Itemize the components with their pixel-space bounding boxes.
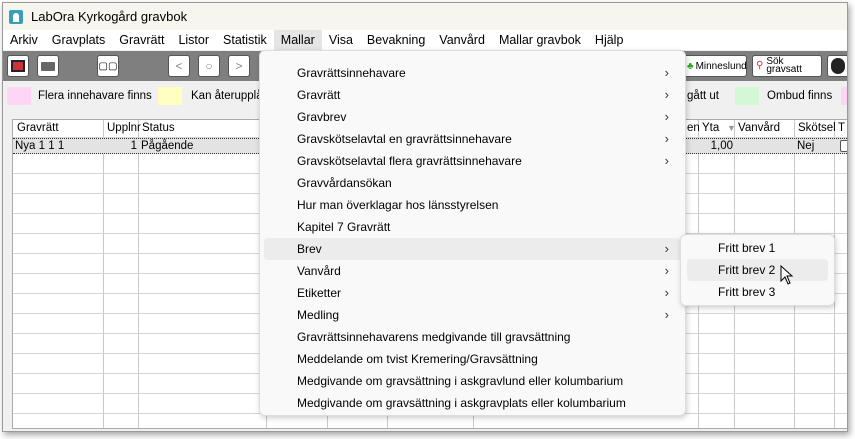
menu-item-label: Gravvårdansökan — [297, 176, 392, 190]
menu-item-label: Hur man överklagar hos länsstyrelsen — [297, 198, 499, 212]
previous-icon[interactable]: < — [168, 55, 190, 77]
submenu-item[interactable]: Fritt brev 1 — [687, 237, 828, 259]
menu-item-label: Gravrättsinnehavare — [297, 66, 406, 80]
mouse-cursor-icon — [780, 265, 794, 285]
title-bar: LabOra Kyrkogård gravbok — [3, 3, 847, 30]
menu-item-label: Medgivande om gravsättning i askgravlund… — [297, 374, 624, 388]
chevron-right-icon: › — [664, 87, 669, 102]
search-icon: ⚲ — [756, 60, 764, 71]
tree-icon: ♣ — [687, 60, 694, 72]
menu-item[interactable]: Gravrättsinnehavare › — [264, 62, 681, 84]
menu-item[interactable]: Hur man överklagar hos länsstyrelsen — [264, 194, 681, 216]
cell-status[interactable]: Pågående — [141, 139, 193, 153]
menu-vanvård[interactable]: Vanvård — [432, 30, 492, 50]
menu-item-label: Gravrätt — [297, 88, 341, 102]
cell-gravratt[interactable]: Nya 1 1 1 — [15, 139, 64, 153]
menu-item[interactable]: Meddelande om tvist Kremering/Gravsättni… — [264, 348, 681, 370]
menu-item[interactable]: Gravskötselavtal flera gravrättsinnehava… — [264, 150, 681, 172]
menu-item-label: Gravbrev — [297, 110, 347, 124]
menu-item-label: Gravskötselavtal flera gravrättsinnehava… — [297, 154, 522, 168]
menu-item[interactable]: Gravrättsinnehavarens medgivande till gr… — [264, 326, 681, 348]
minneslund-label: Minneslund — [695, 60, 747, 72]
gravsatt-label: gravsatt — [766, 64, 802, 75]
menu-bevakning[interactable]: Bevakning — [360, 30, 432, 50]
grid-view-icon[interactable]: ▢▢ — [97, 55, 119, 77]
column-header-t[interactable]: T — [836, 120, 845, 137]
menu-item-label: Meddelande om tvist Kremering/Gravsättni… — [297, 352, 538, 366]
menu-item-label: Medling — [297, 308, 340, 322]
legend-label: Kan återupplå — [191, 90, 263, 102]
menu-gravrätt[interactable]: Gravrätt — [112, 30, 171, 50]
chevron-right-icon: › — [664, 131, 669, 146]
cell-upplnr[interactable]: 1 — [104, 139, 137, 153]
menu-item[interactable]: Gravvårdansökan — [264, 172, 681, 194]
menu-statistik[interactable]: Statistik — [216, 30, 274, 50]
menu-item-label: Gravskötselavtal en gravrättsinnehavare — [297, 132, 512, 146]
menu-listor[interactable]: Listor — [171, 30, 216, 50]
record-icon[interactable]: ○ — [198, 55, 220, 77]
column-header-yta[interactable]: Yta — [700, 120, 719, 137]
menu-item[interactable]: Etiketter › — [264, 282, 681, 304]
brev-submenu: Fritt brev 1 Fritt brev 2 Fritt brev 3 — [680, 234, 835, 306]
sok-gravsatt-button[interactable]: ⚲ Sök gravsatt — [752, 55, 822, 77]
menu-item-label: Kapitel 7 Gravrätt — [297, 220, 391, 234]
chevron-right-icon: › — [664, 307, 669, 322]
submenu-item[interactable]: Fritt brev 3 — [687, 281, 828, 303]
column-header-status[interactable]: Status — [140, 120, 175, 137]
chevron-right-icon: › — [664, 241, 669, 256]
menu-item-label: Medgivande om gravsättning i askgravplat… — [297, 396, 626, 410]
column-header-upplnr[interactable]: Upplnr — [105, 120, 141, 137]
menu-mallar-gravbok[interactable]: Mallar gravbok — [492, 30, 588, 50]
legend-swatch — [841, 87, 847, 105]
menu-gravplats[interactable]: Gravplats — [45, 30, 113, 50]
chevron-right-icon: › — [664, 65, 669, 80]
menu-item-label: Etiketter — [297, 286, 342, 300]
cell-checkbox[interactable] — [840, 140, 847, 152]
picture-icon[interactable] — [7, 55, 29, 77]
column-header-skotsel[interactable]: Skötsel — [796, 120, 836, 137]
mascot-icon[interactable] — [827, 55, 847, 77]
chevron-right-icon: › — [664, 285, 669, 300]
menu-item[interactable]: Gravrätt › — [264, 84, 681, 106]
menu-item[interactable]: Gravskötselavtal en gravrättsinnehavare › — [264, 128, 681, 150]
legend-label: Flera innehavare finns — [38, 90, 152, 102]
menu-item-label: Gravrättsinnehavarens medgivande till gr… — [297, 330, 571, 344]
menu-mallar[interactable]: Mallar — [273, 30, 322, 50]
menu-hjälp[interactable]: Hjälp — [588, 30, 631, 50]
cell-yta[interactable]: 1,00 — [699, 139, 733, 153]
mallar-dropdown-menu: Gravrättsinnehavare › Gravrätt › Gravbrev › Gr… — [259, 50, 686, 416]
cell-skotsel[interactable]: Nej — [797, 139, 814, 153]
menu-item[interactable]: Medling › — [264, 304, 681, 326]
menu-item-label: Brev — [297, 242, 322, 256]
menu-bar: Arkiv Gravplats Gravrätt Listor Statistik Mal… — [3, 30, 847, 50]
column-header-vanvard[interactable]: Vanvård — [736, 120, 780, 137]
column-header-gravratt[interactable]: Gravrätt — [15, 120, 59, 137]
app-icon — [9, 9, 23, 24]
chevron-right-icon: › — [664, 263, 669, 278]
submenu-item[interactable]: Fritt brev 2 — [687, 259, 828, 281]
menu-item[interactable]: Gravbrev › — [264, 106, 681, 128]
menu-arkiv[interactable]: Arkiv — [3, 30, 45, 50]
next-icon[interactable]: > — [228, 55, 250, 77]
menu-item[interactable]: Vanvård › — [264, 260, 681, 282]
legend-swatch — [7, 87, 31, 105]
menu-visa[interactable]: Visa — [322, 30, 360, 50]
column-header-partial[interactable]: en — [685, 120, 700, 137]
menu-item[interactable]: Kapitel 7 Gravrätt — [264, 216, 681, 238]
legend-label: Ombud finns — [767, 90, 833, 102]
chevron-right-icon: › — [664, 153, 669, 168]
sort-desc-icon[interactable]: ▼ — [725, 120, 736, 137]
menu-item-label: Vanvård — [297, 264, 341, 278]
menu-item[interactable]: Medgivande om gravsättning i askgravplat… — [264, 392, 681, 414]
menu-item[interactable]: Brev › — [264, 238, 681, 260]
window-title: LabOra Kyrkogård gravbok — [31, 9, 188, 24]
chevron-right-icon: › — [664, 109, 669, 124]
legend-swatch — [158, 87, 182, 105]
legend-swatch — [735, 87, 759, 105]
open-folder-icon[interactable] — [37, 55, 59, 77]
minneslund-button[interactable]: ♣ Minneslund — [683, 55, 747, 77]
menu-item[interactable]: Medgivande om gravsättning i askgravlund… — [264, 370, 681, 392]
